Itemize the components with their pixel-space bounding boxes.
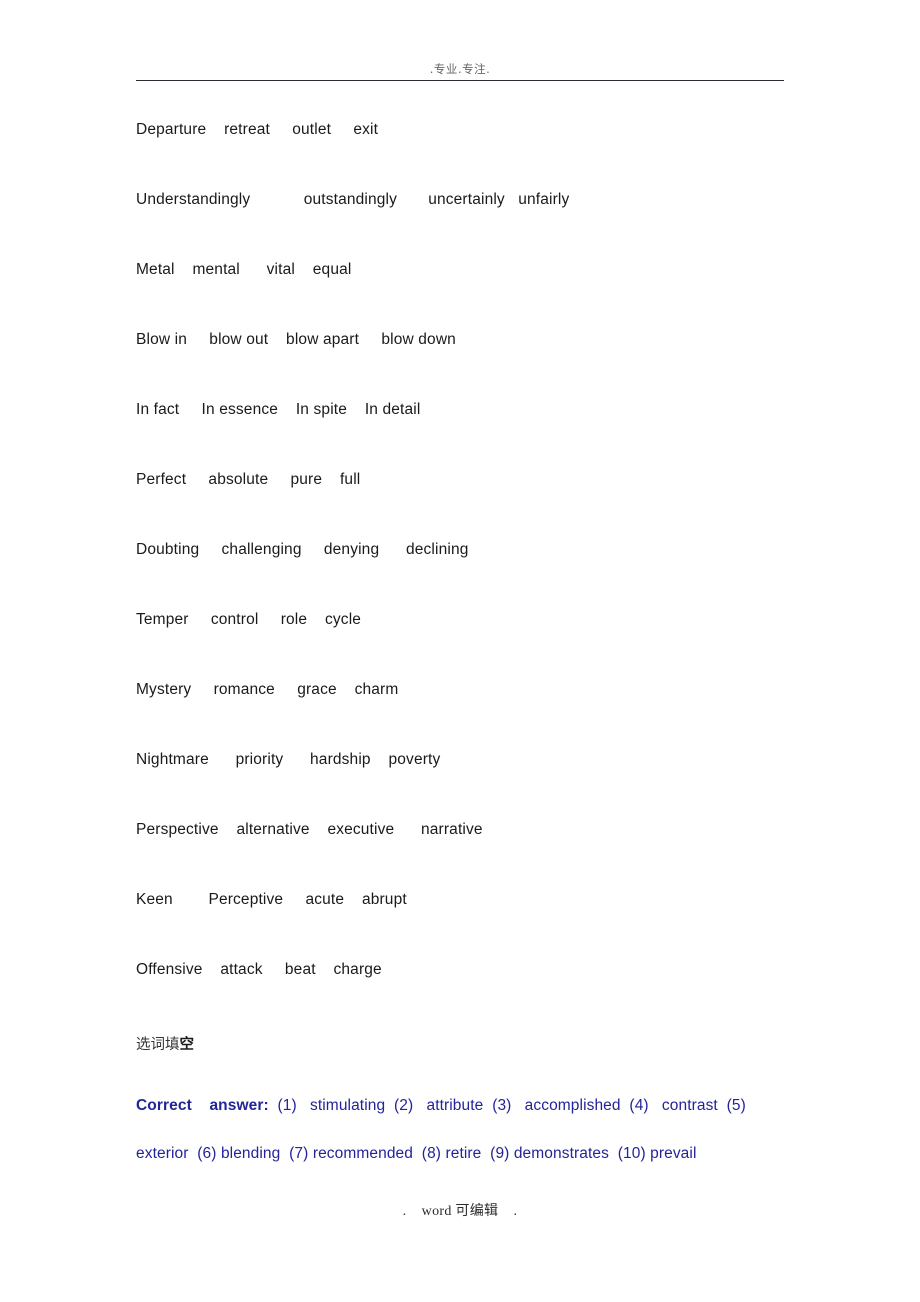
word-row: Departure retreat outlet exit [136, 121, 379, 138]
word-row: Understandingly outstandingly uncertainl… [136, 191, 570, 208]
word-row: Mystery romance grace charm [136, 681, 399, 698]
word-row: Keen Perceptive acute abrupt [136, 891, 407, 908]
section-heading-prefix: 选词填 [136, 1037, 180, 1053]
answer-line-second: exterior (6) blending (7) recommended (8… [136, 1145, 697, 1162]
vocabulary-word-list: Departure retreat outlet exit Understand… [136, 118, 836, 1028]
page-header: .专业.专注. [136, 62, 784, 81]
word-row: Blow in blow out blow apart blow down [136, 331, 456, 348]
answer-line-first-items: (1) stimulating (2) attribute (3) accomp… [268, 1097, 746, 1114]
answer-lead-label: Correct answer: [136, 1097, 269, 1114]
document-page: .专业.专注. Departure retreat outlet exit Un… [0, 0, 920, 1302]
word-row: Offensive attack beat charge [136, 961, 382, 978]
header-title-text: .专业.专注. [429, 62, 491, 76]
word-row: Doubting challenging denying declining [136, 541, 469, 558]
page-footer: . word 可编辑 . [0, 1200, 920, 1220]
header-divider-rule [136, 80, 784, 81]
correct-answer-block: Correct answer: (1) stimulating (2) attr… [136, 1082, 788, 1178]
section-heading-cloze: 选词填空 [136, 1034, 194, 1056]
section-heading-emphasis: 空 [179, 1037, 195, 1053]
word-row: Metal mental vital equal [136, 261, 352, 278]
word-row: In fact In essence In spite In detail [136, 401, 421, 418]
answer-line-first: Correct answer: (1) stimulating (2) attr… [136, 1082, 788, 1130]
word-row: Nightmare priority hardship poverty [136, 751, 441, 768]
word-row: Perfect absolute pure full [136, 471, 361, 488]
word-row: Perspective alternative executive narrat… [136, 821, 483, 838]
footer-text: . word 可编辑 . [402, 1204, 518, 1219]
word-row: Temper control role cycle [136, 611, 362, 628]
